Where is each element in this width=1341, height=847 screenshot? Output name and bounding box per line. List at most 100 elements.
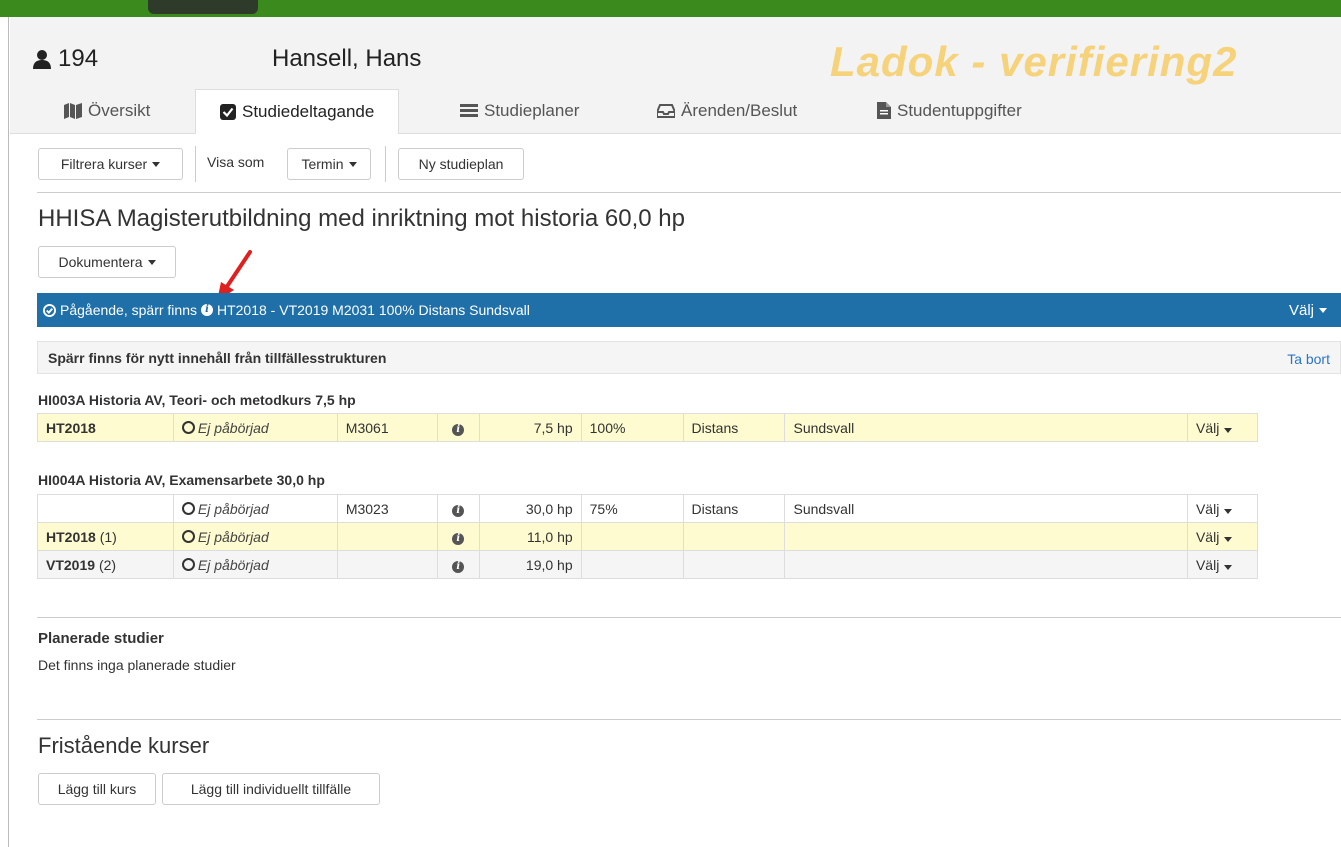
valj-label: Välj [1288,301,1314,319]
course-table: Ej påbörjad M3023 i 30,0 hp 75% Distans … [37,494,1259,579]
form-cell: Distans [682,494,786,523]
place-cell: Sundsvall [784,413,1188,442]
valj-dropdown[interactable]: Välj [1186,550,1259,579]
table-row: HT2018 Ej påbörjad M3061 i 7,5 hp 100% D… [37,413,1259,442]
tab-studiedeltagande[interactable]: Studiedeltagande [195,89,400,134]
valj-dropdown[interactable]: Välj [1186,522,1259,551]
valj-label: Välj [1195,500,1220,517]
toolbar-divider-line [37,192,1341,193]
tab-label: Översikt [88,100,151,120]
part-text: (1) [99,528,117,545]
code-cell [336,522,438,551]
tab-label: Ärenden/Beslut [681,100,798,120]
student-name: Hansell, Hans [272,45,422,72]
hp-cell: 11,0 hp [478,522,582,551]
add-course-button[interactable]: Lägg till kurs [38,773,156,805]
info-cell: i [436,522,480,551]
top-bar-tab [148,0,258,14]
caret-down-icon [147,259,156,265]
program-status-bar: Pågående, spärr finns i HT2018 - VT2019 … [37,293,1341,327]
status-text: Ej påbörjad [197,528,269,545]
toolbar-divider [195,146,196,182]
valj-label: Välj [1195,419,1220,436]
tab-label: Studieplaner [484,100,580,120]
remove-block-link[interactable]: Ta bort [1287,342,1330,375]
standalone-heading: Fristående kurser [38,733,210,758]
form-cell [682,550,786,579]
valj-dropdown[interactable]: Välj [1186,494,1259,523]
top-green-bar [0,0,1341,17]
environment-label: Ladok - verifiering2 [830,38,1238,85]
hp-cell: 30,0 hp [478,494,582,523]
form-cell [682,522,786,551]
pace-cell: 100% [580,413,684,442]
show-as-value: Termin [301,156,344,172]
filter-courses-button[interactable]: Filtrera kurser [38,148,183,180]
tab-studieplaner[interactable]: Studieplaner [460,89,579,132]
code-cell [336,550,438,579]
valj-dropdown[interactable]: Välj [1186,413,1259,442]
info-icon[interactable]: i [452,561,465,573]
map-icon [64,102,82,119]
pace-cell: 75% [580,494,684,523]
add-individual-button[interactable]: Lägg till individuellt tillfälle [162,773,380,805]
new-study-plan-label: Ny studieplan [418,156,504,172]
inbox-icon [657,103,675,118]
show-as-label: Visa som [207,154,265,170]
hp-cell: 19,0 hp [478,550,582,579]
info-cell: i [436,494,480,523]
course-table: HT2018 Ej påbörjad M3061 i 7,5 hp 100% D… [37,413,1259,442]
caret-down-icon [1319,307,1327,313]
code-cell: M3061 [336,413,438,442]
place-cell [784,522,1188,551]
status-cell: Ej påbörjad [172,550,338,579]
info-icon[interactable]: i [452,533,465,545]
add-course-label: Lägg till kurs [57,781,137,797]
planned-text: Det finns inga planerade studier [38,657,236,673]
info-cell: i [436,413,480,442]
status-text: Ej påbörjad [197,556,269,573]
caret-down-icon [348,161,357,167]
program-valj-dropdown[interactable]: Välj [1289,293,1327,327]
code-cell: M3023 [336,494,438,523]
circle-icon [181,557,195,571]
table-row: HT2018 (1) Ej påbörjad i 11,0 hp Välj [37,522,1259,551]
student-id: 194 [32,45,98,73]
table-row: Ej påbörjad M3023 i 30,0 hp 75% Distans … [37,494,1259,523]
document-icon [877,102,891,119]
pace-cell [580,550,684,579]
tab-studentuppgifter[interactable]: Studentuppgifter [877,89,1022,132]
show-as-select[interactable]: Termin [287,148,371,180]
circle-icon [181,529,195,543]
tab-oversikt[interactable]: Översikt [64,89,150,132]
block-notice-bar: Spärr finns för nytt innehåll från tillf… [37,341,1341,374]
filter-courses-label: Filtrera kurser [60,156,148,172]
term-cell: HT2018 [37,413,174,442]
term-text: HT2018 [46,528,96,545]
caret-down-icon [1224,564,1233,570]
toolbar-divider [385,146,386,182]
tab-arenden-beslut[interactable]: Ärenden/Beslut [657,89,797,132]
status-cell: Ej påbörjad [172,494,338,523]
planned-heading: Planerade studier [38,630,164,647]
caret-down-icon [1224,427,1233,433]
section-divider [37,617,1341,618]
tab-label: Studentuppgifter [897,100,1022,120]
info-icon[interactable]: i [452,424,465,436]
section-divider [37,719,1341,720]
document-button[interactable]: Dokumentera [38,246,176,278]
circle-icon [181,420,195,434]
info-icon[interactable]: i [452,505,465,517]
info-cell: i [436,550,480,579]
hp-cell: 7,5 hp [478,413,582,442]
caret-down-icon [1224,536,1233,542]
status-text: Ej påbörjad [197,419,269,436]
list-icon [460,103,478,117]
program-status-text: Pågående, spärr finns [60,302,197,318]
caret-down-icon [1224,508,1233,514]
new-study-plan-button[interactable]: Ny studieplan [398,148,524,180]
circle-icon [181,501,195,515]
program-details-text: HT2018 - VT2019 M2031 100% Distans Sunds… [216,302,530,318]
document-label: Dokumentera [58,254,143,270]
info-icon[interactable]: i [200,304,213,316]
